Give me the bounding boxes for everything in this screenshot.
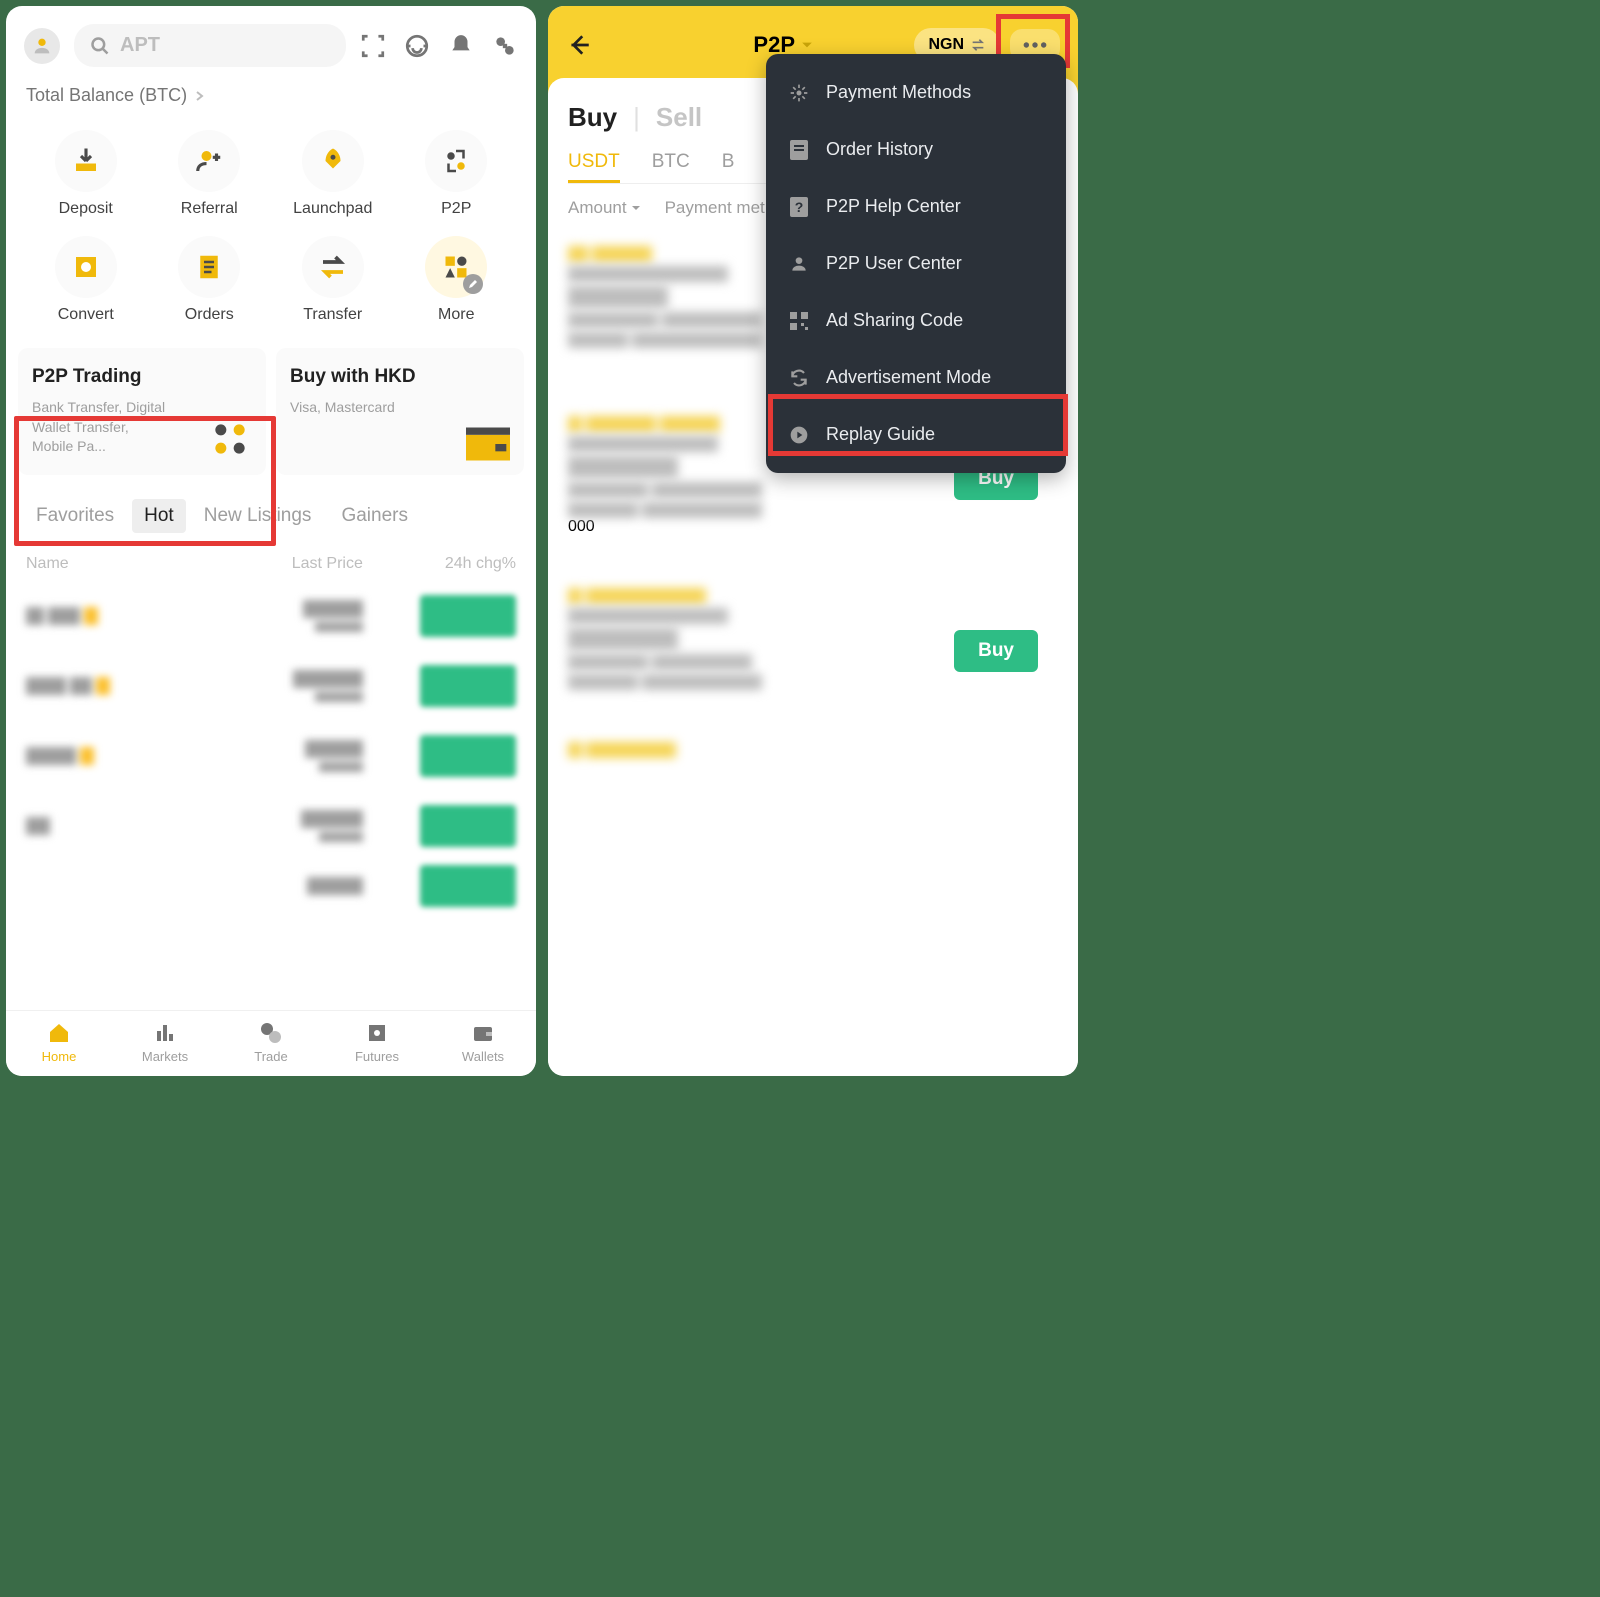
wallet-icon [471,1021,495,1045]
card-title: Buy with HKD [290,366,510,388]
caret-down-icon [631,203,641,213]
crypto-tab-partial[interactable]: B [722,151,735,173]
p2p-screen: P2P NGN Buy | Sell USDT BTC B Amount Pay… [548,6,1078,1076]
search-placeholder: APT [120,34,160,57]
swap-icon [970,37,986,53]
nav-trade[interactable]: Trade [218,1021,324,1064]
gear-icon [789,83,809,103]
market-row[interactable] [6,791,536,861]
refresh-icon [789,368,809,388]
shortcut-orders[interactable]: Orders [148,236,272,324]
transfer-icon [318,252,348,282]
svg-text:?: ? [795,199,804,215]
p2p-icon [441,146,471,176]
nav-wallets[interactable]: Wallets [430,1021,536,1064]
document-icon [790,140,808,160]
home-screen: APT Total Balance (BTC) Deposit Referral… [6,6,536,1076]
avatar[interactable] [24,28,60,64]
menu-user-center[interactable]: P2P User Center [766,235,1066,292]
market-row[interactable] [6,651,536,721]
menu-advertisement-mode[interactable]: Advertisement Mode [766,349,1066,406]
card-sub: Visa, Mastercard [290,398,430,418]
col-chg: 24h chg% [363,555,516,573]
shortcut-more[interactable]: More [395,236,519,324]
convert-icon [71,252,101,282]
shortcut-launchpad[interactable]: Launchpad [271,130,395,218]
search-input[interactable]: APT [74,24,346,67]
link-icon[interactable] [492,33,518,59]
balance-label[interactable]: Total Balance (BTC) [6,77,536,120]
buy-button[interactable]: Buy [954,630,1038,672]
market-tabs: Favorites Hot New Listings Gainers [6,489,536,543]
bottom-nav: Home Markets Trade Futures Wallets [6,1010,536,1076]
shortcut-deposit[interactable]: Deposit [24,130,148,218]
market-row[interactable] [6,721,536,791]
filter-amount[interactable]: Amount [568,198,641,218]
back-icon[interactable] [566,32,592,58]
tab-gainers[interactable]: Gainers [329,499,420,533]
support-icon[interactable] [404,33,430,59]
market-row[interactable] [6,581,536,651]
tab-buy[interactable]: Buy [568,102,617,133]
qr-icon [790,312,808,330]
referral-icon [194,146,224,176]
card-buy-hkd[interactable]: Buy with HKD Visa, Mastercard [276,348,524,475]
futures-icon [365,1021,389,1045]
tab-new-listings[interactable]: New Listings [192,499,324,533]
deposit-icon [71,146,101,176]
rocket-icon [318,146,348,176]
play-icon [789,425,809,445]
user-icon [31,35,53,57]
crypto-tab-usdt[interactable]: USDT [568,151,620,173]
help-icon: ? [790,197,808,217]
menu-replay-guide[interactable]: Replay Guide [766,406,1066,463]
search-icon [90,36,110,56]
tab-hot[interactable]: Hot [132,499,186,533]
tab-sell[interactable]: Sell [656,102,702,133]
tab-favorites[interactable]: Favorites [24,499,126,533]
user-icon [789,254,809,274]
credit-card-icon [466,427,510,461]
scan-icon[interactable] [360,33,386,59]
p2p-ad-item[interactable] [568,714,1058,758]
nav-markets[interactable]: Markets [112,1021,218,1064]
more-menu: Payment Methods Order History ?P2P Help … [766,54,1066,473]
filter-payment[interactable]: Payment met [665,198,765,218]
market-row[interactable] [6,861,536,911]
shortcut-convert[interactable]: Convert [24,236,148,324]
p2p-ad-item[interactable]: Buy [568,560,1058,690]
market-list-header: Name Last Price 24h chg% [6,543,536,581]
chevron-right-icon [195,91,205,101]
edit-badge [463,274,483,294]
bell-icon[interactable] [448,33,474,59]
p2p-card-icon [208,417,252,461]
chevron-down-icon[interactable] [801,39,813,51]
card-p2p-trading[interactable]: P2P Trading Bank Transfer, Digital Walle… [18,348,266,475]
menu-order-history[interactable]: Order History [766,121,1066,178]
menu-help-center[interactable]: ?P2P Help Center [766,178,1066,235]
shortcut-transfer[interactable]: Transfer [271,236,395,324]
col-name: Name [26,555,210,573]
promo-cards: P2P Trading Bank Transfer, Digital Walle… [6,334,536,489]
menu-ad-sharing-code[interactable]: Ad Sharing Code [766,292,1066,349]
orders-icon [194,252,224,282]
card-sub: Bank Transfer, Digital Wallet Transfer, … [32,398,172,457]
shortcut-grid: Deposit Referral Launchpad P2P Convert O… [6,120,536,334]
trade-icon [259,1021,283,1045]
top-bar: APT [6,6,536,77]
shortcut-referral[interactable]: Referral [148,130,272,218]
card-title: P2P Trading [32,366,252,388]
header-actions [360,33,518,59]
crypto-tab-btc[interactable]: BTC [652,151,690,173]
nav-futures[interactable]: Futures [324,1021,430,1064]
markets-icon [153,1021,177,1045]
nav-home[interactable]: Home [6,1021,112,1064]
col-price: Last Price [210,555,363,573]
home-icon [47,1021,71,1045]
menu-payment-methods[interactable]: Payment Methods [766,64,1066,121]
shortcut-p2p[interactable]: P2P [395,130,519,218]
